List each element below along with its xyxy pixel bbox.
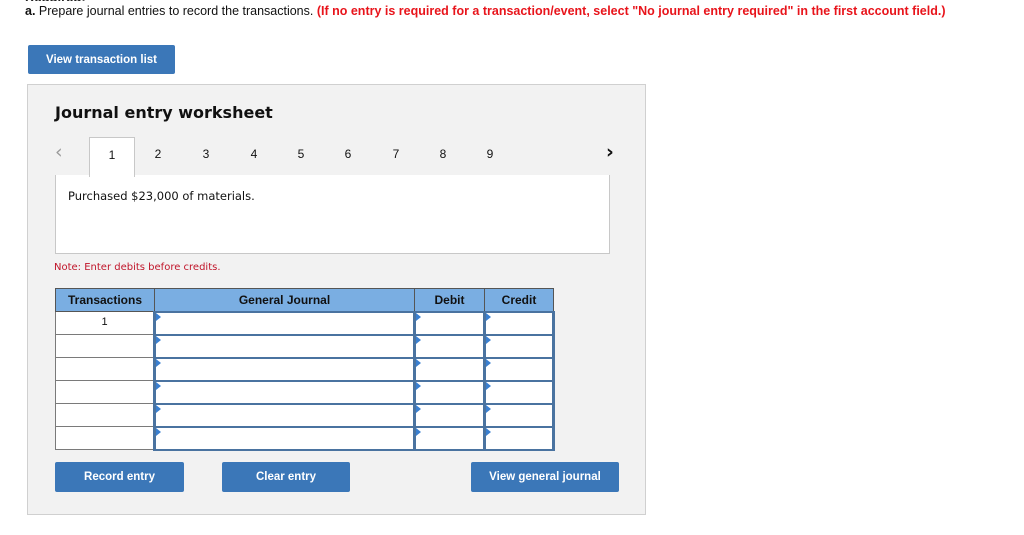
debit-field[interactable] <box>416 358 483 380</box>
required-label: Required: <box>25 0 86 1</box>
transaction-number-cell <box>55 426 155 450</box>
debit-field-cell <box>413 333 486 359</box>
debit-field[interactable] <box>416 404 483 426</box>
view-transaction-list-button[interactable]: View transaction list <box>28 45 175 74</box>
table-header-row: Transactions General Journal Debit Credi… <box>55 288 554 312</box>
account-field[interactable] <box>156 335 413 357</box>
transaction-number-cell <box>55 334 155 358</box>
tab-3[interactable]: 3 <box>183 137 229 176</box>
account-field[interactable] <box>156 404 413 426</box>
debit-field-cell <box>413 356 486 382</box>
instruction-text: Prepare journal entries to record the tr… <box>35 4 317 18</box>
account-field-cell <box>153 356 416 382</box>
credit-field-cell <box>483 402 555 428</box>
tab-4[interactable]: 4 <box>231 137 277 176</box>
table-row <box>55 425 555 451</box>
table-row <box>55 379 555 405</box>
header-general-journal: General Journal <box>154 288 415 312</box>
debit-field[interactable] <box>416 335 483 357</box>
tab-6[interactable]: 6 <box>325 137 371 176</box>
instruction: a. Prepare journal entries to record the… <box>25 4 945 19</box>
credit-field-cell <box>483 379 555 405</box>
credit-field[interactable] <box>486 381 552 403</box>
transaction-number-cell: 1 <box>55 311 155 335</box>
debit-field-cell <box>413 402 486 428</box>
credit-field-cell <box>483 425 555 451</box>
transaction-description-box: Purchased $23,000 of materials. <box>55 175 610 254</box>
tab-9[interactable]: 9 <box>467 137 513 176</box>
debit-field[interactable] <box>416 381 483 403</box>
header-debit: Debit <box>414 288 485 312</box>
account-field[interactable] <box>156 427 413 449</box>
debit-field[interactable] <box>416 312 483 334</box>
debit-field-cell <box>413 310 486 336</box>
debit-field-cell <box>413 425 486 451</box>
chevron-left-icon[interactable]: ‹ <box>55 141 63 163</box>
header-credit: Credit <box>484 288 554 312</box>
transaction-description: Purchased $23,000 of materials. <box>68 189 255 203</box>
journal-entry-worksheet: Journal entry worksheet ‹ 1 2 3 4 5 6 7 … <box>27 84 646 515</box>
account-field-cell <box>153 402 416 428</box>
transaction-number-cell <box>55 403 155 427</box>
debit-field[interactable] <box>416 427 483 449</box>
account-field-cell <box>153 310 416 336</box>
credit-field[interactable] <box>486 358 552 380</box>
transaction-number-cell <box>55 357 155 381</box>
table-row <box>55 333 555 359</box>
account-field-cell <box>153 379 416 405</box>
debit-field-cell <box>413 379 486 405</box>
tab-5[interactable]: 5 <box>278 137 324 176</box>
chevron-right-icon[interactable]: › <box>606 141 614 163</box>
account-field[interactable] <box>156 358 413 380</box>
account-field[interactable] <box>156 381 413 403</box>
debit-credit-note: Note: Enter debits before credits. <box>54 262 221 273</box>
worksheet-title: Journal entry worksheet <box>55 103 273 122</box>
instruction-lead: a. <box>25 4 36 18</box>
instruction-warning: (If no entry is required for a transacti… <box>316 4 946 18</box>
credit-field-cell <box>483 333 555 359</box>
account-field-cell <box>153 333 416 359</box>
credit-field[interactable] <box>486 312 552 334</box>
credit-field-cell <box>483 310 555 336</box>
tab-8[interactable]: 8 <box>420 137 466 176</box>
view-general-journal-button[interactable]: View general journal <box>471 462 619 492</box>
clear-entry-button[interactable]: Clear entry <box>222 462 350 492</box>
account-field[interactable] <box>156 312 413 334</box>
tab-2[interactable]: 2 <box>135 137 181 176</box>
tab-7[interactable]: 7 <box>373 137 419 176</box>
credit-field[interactable] <box>486 335 552 357</box>
credit-field[interactable] <box>486 404 552 426</box>
record-entry-button[interactable]: Record entry <box>55 462 184 492</box>
table-row: 1 <box>55 310 555 336</box>
account-field-cell <box>153 425 416 451</box>
credit-field[interactable] <box>486 427 552 449</box>
transaction-number-cell <box>55 380 155 404</box>
tab-1[interactable]: 1 <box>89 137 135 177</box>
header-transactions: Transactions <box>55 288 155 312</box>
credit-field-cell <box>483 356 555 382</box>
table-row <box>55 356 555 382</box>
journal-table: Transactions General Journal Debit Credi… <box>55 288 555 451</box>
table-row <box>55 402 555 428</box>
